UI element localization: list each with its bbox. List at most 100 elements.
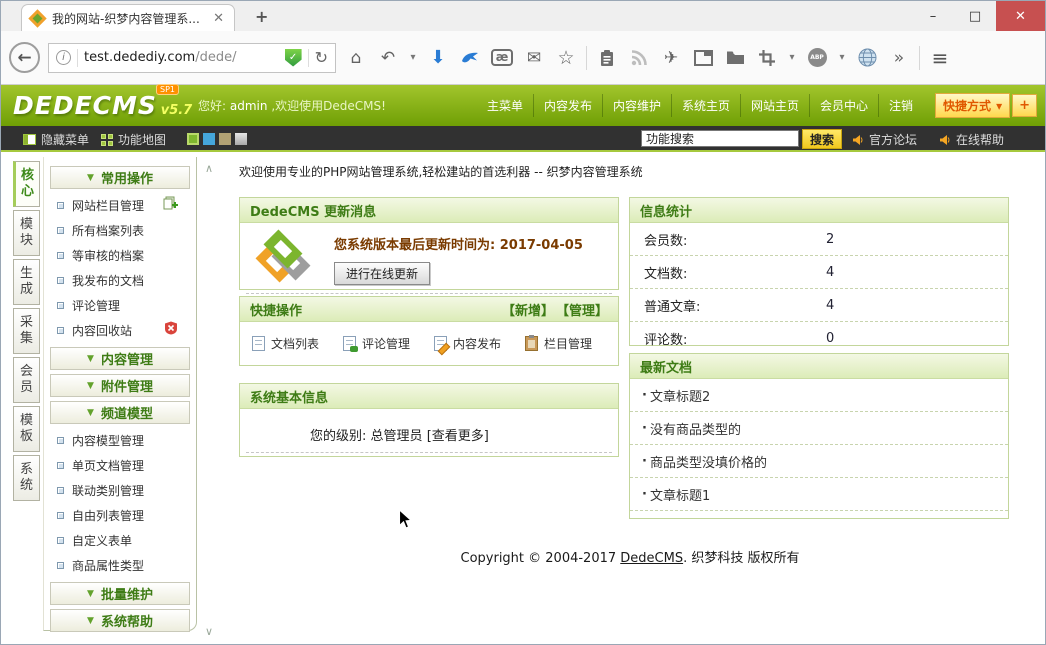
module-tab-generate[interactable]: 生成	[13, 259, 40, 305]
quick-box-header: 快捷操作 【新增】 【管理】	[240, 297, 618, 322]
menu-item-comment-manage[interactable]: 评论管理	[44, 293, 196, 318]
theme-swatch-tan[interactable]	[219, 133, 231, 145]
url-bar[interactable]: i test.dedediy.com/dede/ ✓ ↻	[48, 43, 336, 73]
module-tab-template[interactable]: 模板	[13, 406, 40, 452]
browser-tab[interactable]: 我的网站-织梦内容管理系... ✕	[21, 4, 235, 31]
menu-scroll-down-icon[interactable]: ∨	[202, 625, 216, 638]
security-shield-icon[interactable]: ✓	[285, 49, 302, 67]
back-button[interactable]: ←	[9, 42, 40, 73]
reload-icon[interactable]: ↻	[315, 48, 328, 67]
module-tab-member[interactable]: 会员	[13, 357, 40, 403]
section-arrow-icon: ▼	[87, 616, 94, 626]
menu-item-content-model[interactable]: 内容模型管理	[44, 428, 196, 453]
tab-close-icon[interactable]: ✕	[211, 11, 226, 26]
menu-item-recycle-bin[interactable]: 内容回收站	[44, 318, 196, 343]
quick-add-button[interactable]: +	[1012, 94, 1037, 117]
latest-doc-item[interactable]: ·文章标题1	[630, 478, 1008, 511]
nav-main-menu[interactable]: 主菜单	[477, 94, 533, 117]
sp1-badge: SP1	[156, 84, 179, 95]
url-text[interactable]: test.dedediy.com/dede/	[84, 50, 279, 65]
window-close-button[interactable]: ✕	[996, 1, 1045, 31]
menu-item-custom-form[interactable]: 自定义表单	[44, 528, 196, 553]
theme-swatch-green[interactable]	[187, 133, 199, 145]
menu-section-channel-model[interactable]: ▼频道模型	[50, 401, 190, 424]
hide-menu-button[interactable]: 隐藏菜单	[23, 131, 89, 148]
home-icon[interactable]: ⌂	[344, 48, 368, 68]
globe-addon-icon[interactable]	[855, 48, 879, 67]
official-forum-link[interactable]: 官方论坛	[852, 131, 917, 148]
quick-link-doc-list[interactable]: 文档列表	[252, 335, 319, 352]
latest-doc-item[interactable]: ·没有商品类型的	[630, 412, 1008, 445]
dedecms-link[interactable]: DedeCMS	[620, 551, 683, 566]
browser-toolbar: ← i test.dedediy.com/dede/ ✓ ↻ ⌂ ↶ ▾ ⬇ æ…	[1, 31, 1045, 85]
send-page-icon[interactable]: ✈	[659, 48, 683, 68]
theme-swatch-gray[interactable]	[235, 133, 247, 145]
rss-icon[interactable]	[627, 49, 651, 67]
edit-icon	[434, 336, 447, 351]
menu-item-product-attr-type[interactable]: 商品属性类型	[44, 553, 196, 578]
site-info-icon[interactable]: i	[56, 50, 71, 65]
new-tab-button[interactable]: +	[249, 7, 274, 26]
menu-item-all-archives[interactable]: 所有档案列表	[44, 218, 196, 243]
menu-item-site-column[interactable]: 网站栏目管理	[44, 193, 196, 218]
nav-content-maintain[interactable]: 内容维护	[602, 94, 671, 117]
mail-icon[interactable]: ✉	[522, 48, 546, 68]
quick-access-dropdown[interactable]: 快捷方式▾	[935, 93, 1010, 118]
menu-item-linkage-category[interactable]: 联动类别管理	[44, 478, 196, 503]
quick-link-column-manage[interactable]: 栏目管理	[525, 335, 592, 352]
function-search-input[interactable]	[641, 130, 799, 147]
screenshot-crop-icon[interactable]	[755, 50, 779, 66]
menu-item-single-page[interactable]: 单页文档管理	[44, 453, 196, 478]
window-minimize-button[interactable]: –	[912, 1, 954, 31]
adblock-icon[interactable]: ABP	[805, 48, 829, 67]
latest-doc-item[interactable]: ·文章标题2	[630, 379, 1008, 412]
latest-doc-item[interactable]: ·商品类型没填价格的	[630, 445, 1008, 478]
bullet-icon	[57, 227, 64, 234]
undo-icon[interactable]: ↶	[376, 48, 400, 68]
function-map-button[interactable]: 功能地图	[101, 131, 166, 148]
theme-swatch-blue[interactable]	[203, 133, 215, 145]
adblock-dropdown-icon[interactable]: ▾	[837, 52, 847, 63]
statistics-box: 信息统计 会员数:2 文档数:4 普通文章:4 评论数:0	[629, 197, 1009, 346]
menu-item-my-documents[interactable]: 我发布的文档	[44, 268, 196, 293]
view-more-link[interactable]: [查看更多]	[427, 429, 489, 444]
module-tab-core[interactable]: 核心	[13, 161, 40, 207]
menu-section-common[interactable]: ▼常用操作	[50, 166, 190, 189]
module-tab-collect[interactable]: 采集	[13, 308, 40, 354]
clipboard-addon-icon[interactable]	[595, 49, 619, 67]
menu-section-batch-maintain[interactable]: ▼批量维护	[50, 582, 190, 605]
bullet-icon	[57, 487, 64, 494]
menu-section-system-help[interactable]: ▼系统帮助	[50, 609, 190, 632]
quick-add-link[interactable]: 【新增】	[502, 300, 554, 319]
quick-manage-link[interactable]: 【管理】	[556, 300, 608, 319]
menu-section-content[interactable]: ▼内容管理	[50, 347, 190, 370]
module-tab-modules[interactable]: 模块	[13, 210, 40, 256]
quick-link-content-publish[interactable]: 内容发布	[434, 335, 501, 352]
menu-section-attachment[interactable]: ▼附件管理	[50, 374, 190, 397]
menu-scroll-up-icon[interactable]: ∧	[202, 162, 216, 175]
online-help-link[interactable]: 在线帮助	[939, 131, 1004, 148]
window-addon-icon[interactable]	[691, 50, 715, 66]
nav-site-home[interactable]: 网站主页	[740, 94, 809, 117]
bookmark-star-icon[interactable]: ☆	[554, 47, 578, 69]
hamburger-menu-icon[interactable]: ≡	[928, 46, 952, 70]
undo-dropdown-icon[interactable]: ▾	[408, 52, 418, 63]
nav-system-home[interactable]: 系统主页	[671, 94, 740, 117]
window-maximize-button[interactable]: □	[954, 1, 996, 31]
nav-member-center[interactable]: 会员中心	[809, 94, 878, 117]
quick-link-comment-manage[interactable]: 评论管理	[343, 335, 410, 352]
menu-item-pending-archives[interactable]: 等审核的档案	[44, 243, 196, 268]
bullet-icon	[57, 277, 64, 284]
search-button[interactable]: 搜索	[802, 129, 842, 149]
bird-addon-icon[interactable]	[458, 49, 482, 67]
nav-content-publish[interactable]: 内容发布	[533, 94, 602, 117]
online-update-button[interactable]: 进行在线更新	[334, 262, 430, 285]
nav-logout[interactable]: 注销	[878, 94, 923, 117]
module-tab-system[interactable]: 系统	[13, 455, 40, 501]
crop-dropdown-icon[interactable]: ▾	[787, 52, 797, 63]
folder-icon[interactable]	[723, 50, 747, 65]
menu-item-free-list[interactable]: 自由列表管理	[44, 503, 196, 528]
toolbar-overflow-icon[interactable]: »	[887, 48, 911, 68]
translate-icon[interactable]: æ	[490, 49, 514, 66]
download-icon[interactable]: ⬇	[426, 47, 450, 68]
